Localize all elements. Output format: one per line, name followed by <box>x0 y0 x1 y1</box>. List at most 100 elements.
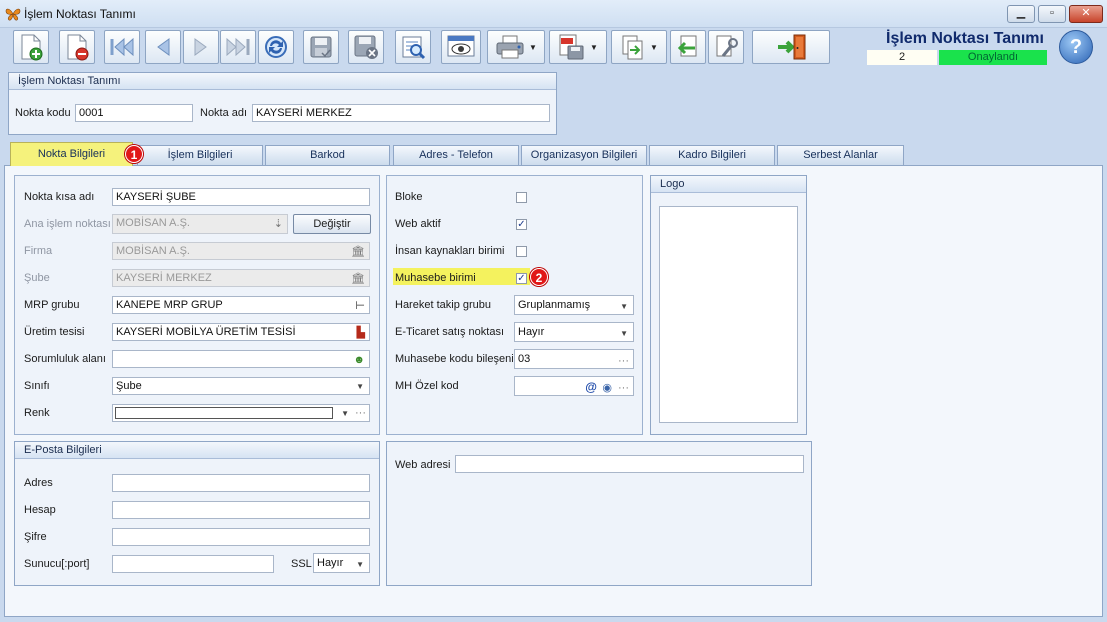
email-account-field[interactable] <box>112 501 370 519</box>
email-server-field[interactable] <box>112 555 274 573</box>
email-account-label: Hesap <box>24 504 56 516</box>
ssl-select[interactable]: Hayır ▼ <box>313 553 370 573</box>
search-document-icon <box>402 36 426 60</box>
point-info-group: Nokta kısa adı KAYSERİ ŞUBE Ana işlem no… <box>14 175 380 435</box>
email-group-title: E-Posta Bilgileri <box>15 442 379 459</box>
web-address-field[interactable] <box>455 455 804 473</box>
company-field[interactable]: MOBİSAN A.Ş. 🏛 <box>112 242 370 260</box>
ecommerce-point-select[interactable]: Hayır ▼ <box>514 322 634 342</box>
tab-organizasyon-bilgileri[interactable]: Organizasyon Bilgileri <box>521 145 647 165</box>
close-icon: ✕ <box>1081 7 1091 19</box>
mh-special-code-field[interactable]: @ ◉ ··· <box>514 376 634 396</box>
search-document-button[interactable] <box>395 30 431 64</box>
minimize-icon: ▁ <box>1016 7 1026 19</box>
web-address-label: Web adresi <box>395 459 451 471</box>
hr-unit-checkbox[interactable] <box>516 246 527 257</box>
next-record-button[interactable] <box>183 30 219 64</box>
hr-unit-label: İnsan kaynakları birimi <box>395 245 505 257</box>
email-password-field[interactable] <box>112 528 370 546</box>
mrp-group-field[interactable]: KANEPE MRP GRUP ⊢ <box>112 296 370 314</box>
chevron-down-icon: ▼ <box>620 302 628 311</box>
facility-field[interactable]: KAYSERİ MOBİLYA ÜRETİM TESİSİ ▙ <box>112 323 370 341</box>
help-button[interactable]: ? <box>1059 30 1093 64</box>
branch-value: KAYSERİ MERKEZ <box>116 272 212 284</box>
export-dropdown-icon: ▼ <box>650 42 658 52</box>
print-icon <box>496 35 524 59</box>
maximize-button[interactable]: ▫ <box>1038 5 1066 23</box>
export-icon <box>622 35 643 60</box>
accounting-code-field[interactable]: 03 ··· <box>514 349 634 369</box>
code-field[interactable]: 0001 <box>75 104 193 122</box>
tab-nokta-bilgileri[interactable]: Nokta Bilgileri <box>10 142 133 166</box>
new-record-button[interactable] <box>13 30 49 64</box>
at-sign-icon: @ <box>585 380 597 394</box>
email-server-label: Sunucu[:port] <box>24 558 90 570</box>
print-button[interactable]: ▼ <box>487 30 545 64</box>
next-record-icon <box>194 38 207 56</box>
pdf-export-button[interactable]: ▼ <box>549 30 607 64</box>
tab-barkod[interactable]: Barkod <box>265 145 390 165</box>
web-active-checkbox[interactable]: ✓ <box>516 219 527 230</box>
class-select[interactable]: Şube ▼ <box>112 377 370 395</box>
import-button[interactable] <box>670 30 706 64</box>
tree-icon: ⊢ <box>355 300 365 312</box>
accounting-unit-checkbox[interactable]: ✓ <box>516 273 527 284</box>
blocked-checkbox[interactable] <box>516 192 527 203</box>
tools-button[interactable] <box>708 30 744 64</box>
help-icon: ? <box>1069 36 1083 58</box>
change-button[interactable]: Değiştir <box>293 214 371 234</box>
responsibility-label: Sorumluluk alanı <box>24 353 106 365</box>
previous-record-button[interactable] <box>145 30 181 64</box>
accounting-unit-label: Muhasebe birimi <box>395 272 476 284</box>
refresh-button[interactable] <box>258 30 294 64</box>
bank-icon: 🏛 <box>351 273 365 285</box>
first-record-button[interactable] <box>104 30 140 64</box>
logo-group: Logo <box>650 175 807 435</box>
color-picker[interactable]: ▼ ··· <box>112 404 370 422</box>
accounting-code-value: 03 <box>518 353 531 365</box>
company-label: Firma <box>24 245 53 257</box>
save-button[interactable] <box>303 30 339 64</box>
definition-group: İşlem Noktası Tanımı Nokta kodu 0001 Nok… <box>8 72 557 135</box>
new-record-icon <box>21 34 43 61</box>
movement-group-select[interactable]: Gruplanmamış ▼ <box>514 295 634 315</box>
delete-record-button[interactable] <box>59 30 95 64</box>
flags-group: Bloke Web aktif ✓ İnsan kaynakları birim… <box>386 175 643 435</box>
record-count: 2 <box>867 50 937 65</box>
factory-icon: ▙ <box>356 327 365 339</box>
branch-field[interactable]: KAYSERİ MERKEZ 🏛 <box>112 269 370 287</box>
export-button[interactable]: ▼ <box>611 30 667 64</box>
name-field[interactable]: KAYSERİ MERKEZ <box>252 104 550 122</box>
definition-group-title: İşlem Noktası Tanımı <box>9 73 556 90</box>
close-button[interactable]: ✕ <box>1069 5 1103 23</box>
people-icon: ☻ <box>353 354 365 366</box>
save-close-button[interactable] <box>348 30 384 64</box>
butterfly-icon <box>5 6 21 22</box>
mrp-group-value: KANEPE MRP GRUP <box>116 299 223 311</box>
minimize-button[interactable]: ▁ <box>1007 5 1035 23</box>
tab-kadro-bilgileri[interactable]: Kadro Bilgileri <box>649 145 775 165</box>
responsibility-field[interactable]: ☻ <box>112 350 370 368</box>
main-point-label: Ana işlem noktası <box>24 218 111 230</box>
preview-button[interactable] <box>441 30 481 64</box>
movement-group-value: Gruplanmamış <box>518 299 591 311</box>
facility-label: Üretim tesisi <box>24 326 85 338</box>
tab-islem-bilgileri[interactable]: İşlem Bilgileri <box>137 145 263 165</box>
branch-label: Şube <box>24 272 50 284</box>
exit-button[interactable] <box>752 30 830 64</box>
tab-adres-telefon[interactable]: Adres - Telefon <box>393 145 519 165</box>
last-record-button[interactable] <box>220 30 256 64</box>
mh-special-code-label: MH Özel kod <box>395 380 459 392</box>
tab-serbest-alanlar[interactable]: Serbest Alanlar <box>777 145 904 165</box>
logo-image-box[interactable] <box>659 206 798 423</box>
short-name-field[interactable]: KAYSERİ ŞUBE <box>112 188 370 206</box>
email-address-field[interactable] <box>112 474 370 492</box>
status-badge: Onaylandı <box>939 50 1047 65</box>
window-title: İşlem Noktası Tanımı <box>24 7 136 21</box>
email-address-label: Adres <box>24 477 53 489</box>
web-active-label: Web aktif <box>395 218 441 230</box>
main-point-field[interactable]: MOBİSAN A.Ş. ⇣ <box>112 214 288 234</box>
color-label: Renk <box>24 407 50 419</box>
code-label: Nokta kodu <box>15 107 71 119</box>
view-icon: ◉ <box>602 382 612 394</box>
